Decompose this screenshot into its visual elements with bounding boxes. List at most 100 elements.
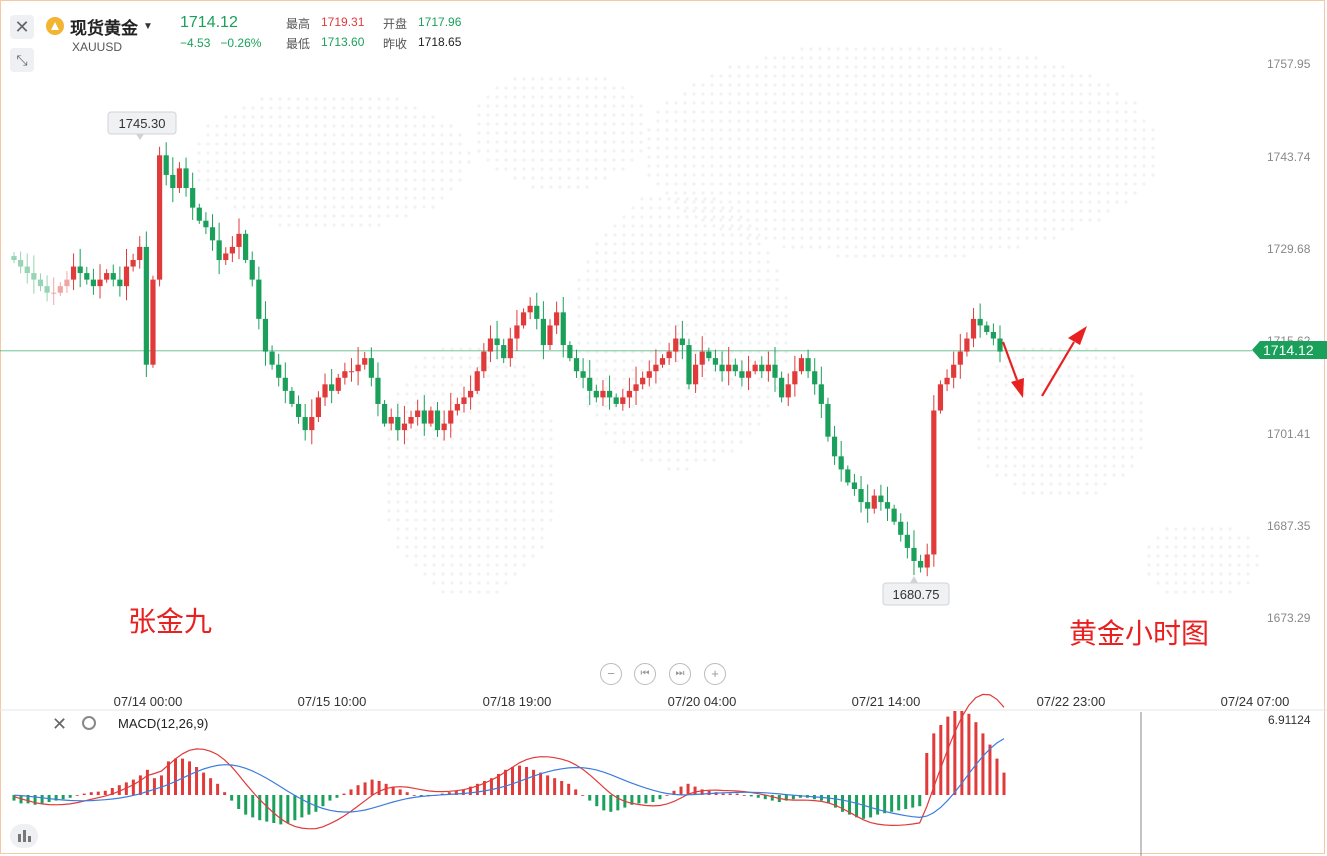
- macd-bar: [237, 795, 241, 809]
- candle: [84, 266, 90, 285]
- candle: [679, 320, 685, 360]
- candle: [911, 530, 917, 576]
- candle: [726, 347, 732, 386]
- candle: [865, 484, 871, 523]
- candle: [659, 354, 666, 368]
- y-tick-label: 1757.95: [1267, 57, 1311, 71]
- candle: [355, 347, 361, 386]
- candle: [686, 338, 692, 390]
- zoom-out-button[interactable]: −: [600, 663, 622, 685]
- macd-bar: [363, 782, 367, 795]
- y-tick-label: 1729.68: [1267, 242, 1311, 256]
- macd-bar: [904, 795, 908, 809]
- macd-bar: [272, 795, 276, 823]
- y-tick-label: 1687.35: [1267, 519, 1311, 533]
- macd-bar: [581, 795, 585, 796]
- macd-axis-value: 6.91124: [1268, 713, 1311, 727]
- candle: [156, 146, 163, 287]
- candle: [917, 554, 924, 573]
- candle: [633, 366, 639, 405]
- macd-bar: [96, 791, 100, 795]
- candle: [329, 368, 335, 404]
- candle: [110, 264, 116, 287]
- candle: [560, 296, 566, 358]
- candle: [104, 269, 110, 283]
- macd-bar: [342, 793, 346, 795]
- scroll-end-button[interactable]: ⏭: [669, 663, 691, 685]
- world-map-watermark: [197, 47, 1259, 594]
- candle: [984, 321, 990, 336]
- macd-bar: [398, 789, 402, 795]
- macd-bar: [890, 795, 894, 812]
- price-tag: 1714.12: [1252, 341, 1327, 359]
- macd-bar: [560, 781, 564, 795]
- candle: [57, 282, 63, 296]
- candle: [481, 343, 487, 379]
- macd-settings-button[interactable]: [82, 716, 96, 730]
- macd-bar: [1002, 772, 1006, 795]
- macd-bar: [918, 795, 922, 807]
- macd-bar: [349, 789, 353, 795]
- macd-bar: [405, 792, 409, 795]
- macd-bar: [651, 795, 655, 802]
- candle: [342, 362, 348, 385]
- macd-bar: [679, 786, 683, 795]
- macd-bar: [869, 795, 873, 818]
- candle: [18, 251, 24, 274]
- scroll-start-button[interactable]: ⏮: [634, 663, 656, 685]
- macd-bar: [61, 795, 65, 800]
- candle: [315, 391, 322, 423]
- candle: [845, 465, 851, 486]
- candle: [170, 157, 176, 203]
- candle: [362, 351, 368, 370]
- macd-bar: [897, 795, 901, 811]
- indicator-toggle-button[interactable]: [10, 824, 38, 848]
- macd-bar: [286, 795, 290, 823]
- candle: [759, 356, 765, 379]
- zoom-in-button[interactable]: +: [704, 663, 726, 685]
- plus-icon: +: [711, 666, 719, 681]
- candle: [388, 408, 394, 431]
- macd-bar: [855, 795, 859, 818]
- candle: [706, 347, 712, 362]
- macd-bar: [173, 758, 177, 795]
- macd-bar: [377, 781, 381, 795]
- x-tick-label: 07/18 19:00: [483, 694, 552, 709]
- candle: [70, 253, 77, 291]
- macd-bar: [749, 795, 753, 797]
- candle: [90, 268, 97, 295]
- macd-bar: [728, 793, 732, 795]
- candle: [243, 229, 249, 264]
- candle: [970, 308, 977, 348]
- candle: [123, 248, 130, 301]
- candle: [858, 475, 864, 513]
- macd-bar: [567, 783, 571, 795]
- macd-title: MACD(12,26,9): [118, 716, 209, 731]
- macd-bar: [89, 792, 93, 795]
- macd-bar: [588, 795, 592, 801]
- x-tick-label: 07/15 10:00: [298, 694, 367, 709]
- candle: [937, 380, 944, 414]
- macd-bar: [293, 795, 297, 821]
- candle: [31, 255, 37, 294]
- macd-bar: [131, 779, 135, 795]
- macd-close-button[interactable]: ✕: [52, 714, 67, 735]
- candle: [24, 253, 30, 284]
- candle: [547, 319, 553, 351]
- macd-bar: [68, 795, 72, 798]
- macd-bar: [742, 795, 746, 796]
- candle: [11, 252, 17, 264]
- candle: [183, 157, 189, 197]
- macd-bar: [216, 783, 220, 795]
- candle: [692, 353, 699, 393]
- extreme-markers: 1745.30 1680.75: [107, 111, 950, 606]
- candle: [163, 142, 169, 186]
- candle: [527, 297, 533, 320]
- candle: [368, 347, 374, 387]
- macd-bar: [525, 767, 529, 795]
- macd-bar: [721, 793, 725, 795]
- macd-bar: [911, 795, 915, 808]
- candle: [765, 351, 771, 382]
- candle: [997, 325, 1003, 363]
- macd-bar: [223, 792, 227, 795]
